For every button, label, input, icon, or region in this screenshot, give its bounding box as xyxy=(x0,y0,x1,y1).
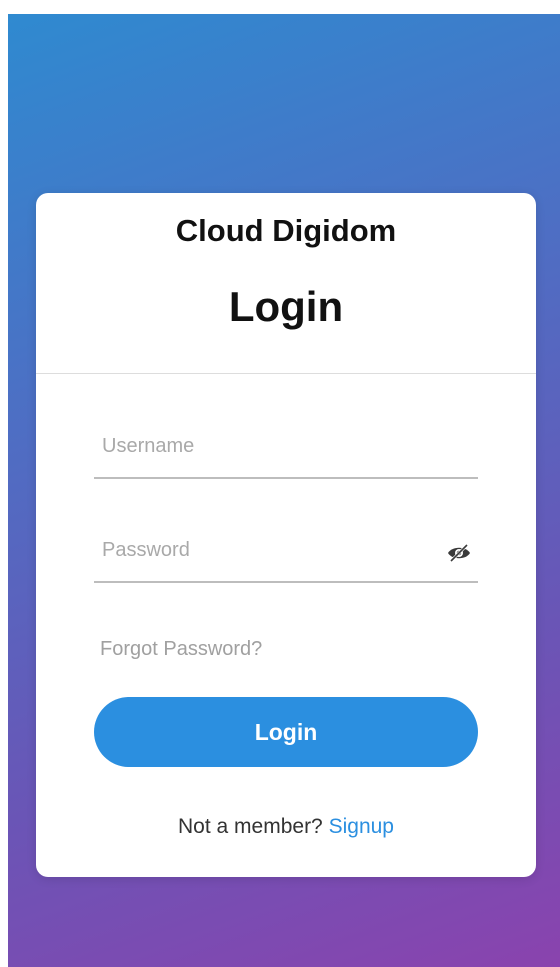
username-field xyxy=(94,419,478,479)
signup-prompt-text: Not a member? xyxy=(178,815,323,838)
signup-prompt: Not a member? Signup xyxy=(36,815,536,839)
login-card: Cloud Digidom Login Forgot Password? Log… xyxy=(36,193,536,877)
background: Cloud Digidom Login Forgot Password? Log… xyxy=(8,14,560,967)
signup-link[interactable]: Signup xyxy=(329,815,394,838)
page-title: Login xyxy=(228,283,344,330)
username-input[interactable] xyxy=(100,427,424,465)
app-brand: Cloud Digidom xyxy=(175,213,397,248)
password-field xyxy=(94,523,478,583)
login-button[interactable]: Login xyxy=(94,697,478,767)
top-strip xyxy=(0,0,560,14)
eye-slash-icon[interactable] xyxy=(446,543,472,563)
divider xyxy=(36,373,536,374)
forgot-password-link[interactable]: Forgot Password? xyxy=(100,638,262,661)
password-input[interactable] xyxy=(100,531,424,569)
